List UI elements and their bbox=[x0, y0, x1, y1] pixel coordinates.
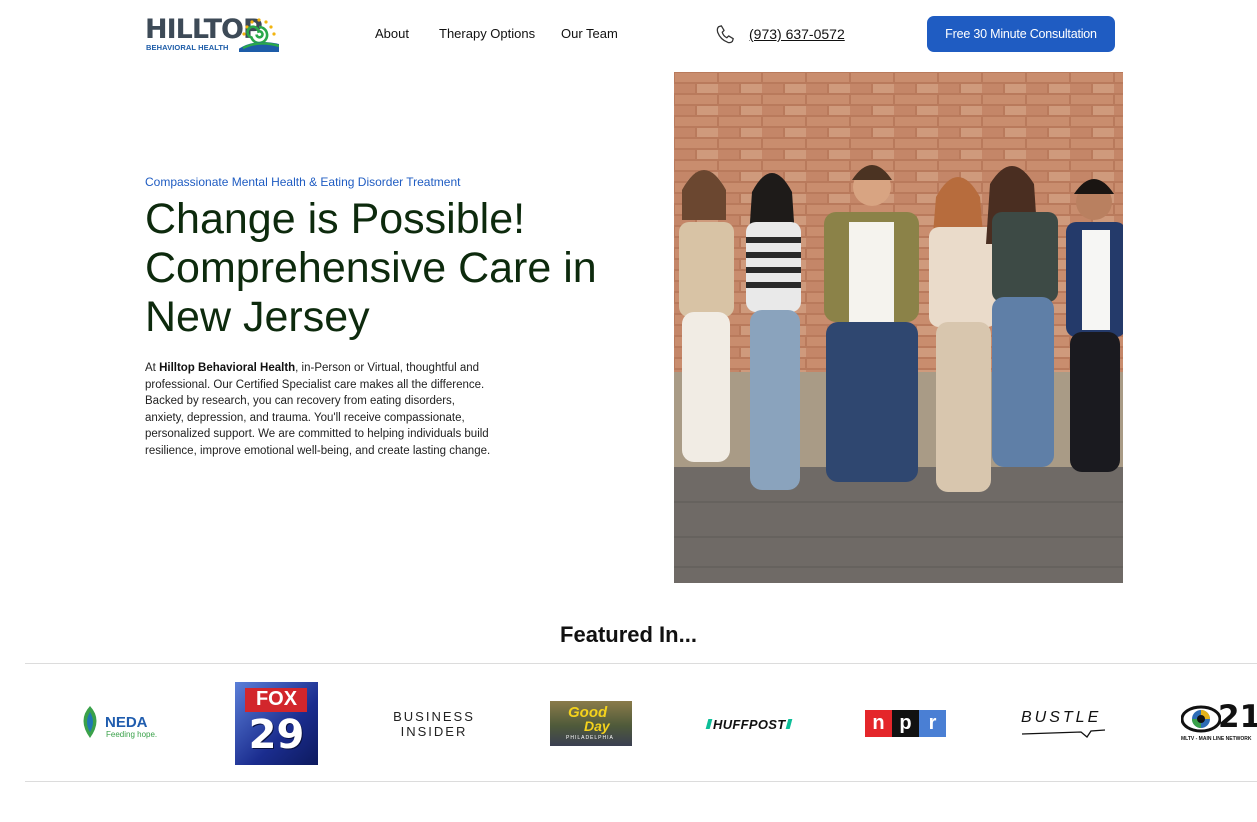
hero-body-prefix: At bbox=[145, 362, 160, 374]
huffpost-logo: HUFFPOST bbox=[705, 716, 793, 732]
mltv-number: 21 bbox=[1218, 703, 1257, 735]
hero-body: At Hilltop Behavioral Health, in-Person … bbox=[145, 360, 495, 460]
hero-body-rest: , in-Person or Virtual, thoughtful and p… bbox=[145, 362, 491, 457]
business-insider-logo: BUSINESS INSIDER bbox=[384, 709, 484, 739]
featured-in-heading: Featured In... bbox=[560, 622, 697, 647]
business-insider-line2: INSIDER bbox=[400, 724, 468, 739]
fox29-top-text: FOX bbox=[255, 688, 298, 710]
hero-headline: Change is Possible! Comprehensive Care i… bbox=[145, 195, 597, 341]
mltv21-logo: 21 MLTV - MAIN LINE NETWORK bbox=[1181, 703, 1257, 745]
business-insider-line1: BUSINESS bbox=[393, 709, 475, 724]
bustle-underline-icon bbox=[1021, 729, 1106, 738]
hero-eyebrow: Compassionate Mental Health & Eating Dis… bbox=[145, 175, 461, 189]
mltv-caption: MLTV - MAIN LINE NETWORK bbox=[1181, 736, 1252, 742]
hilltop-sun-icon bbox=[239, 18, 279, 52]
nav-about[interactable]: About bbox=[375, 26, 409, 41]
phone-icon bbox=[716, 25, 734, 44]
bustle-wordmark: BUSTLE bbox=[1021, 709, 1102, 726]
neda-leaf-icon bbox=[83, 706, 97, 738]
huffpost-wordmark: HUFFPOST bbox=[713, 716, 786, 732]
fox29-logo: FOX 29 bbox=[235, 682, 318, 765]
neda-logo: NEDA Feeding hope. bbox=[79, 704, 169, 742]
good-day-logo: Good Day PHILADELPHIA bbox=[550, 701, 632, 746]
nav-our-team[interactable]: Our Team bbox=[561, 26, 618, 41]
npr-letter-p: p bbox=[892, 710, 919, 737]
featured-top-divider bbox=[25, 663, 1257, 664]
npr-letter-n: n bbox=[865, 710, 892, 737]
good-day-line3: PHILADELPHIA bbox=[566, 735, 614, 741]
npr-logo: n p r bbox=[865, 710, 946, 737]
npr-letter-r: r bbox=[919, 710, 946, 737]
hero-body-brand: Hilltop Behavioral Health bbox=[159, 362, 296, 374]
bustle-logo: BUSTLE bbox=[1021, 709, 1107, 739]
mltv-eye-icon bbox=[1181, 705, 1221, 733]
hero-group-photo bbox=[674, 72, 1123, 583]
free-consultation-button[interactable]: Free 30 Minute Consultation bbox=[927, 16, 1115, 52]
logo-subtext: BEHAVIORAL HEALTH bbox=[146, 43, 229, 52]
site-logo[interactable]: HILLTOP BEHAVIORAL HEALTH bbox=[145, 15, 285, 53]
featured-bottom-divider bbox=[25, 781, 1257, 782]
phone-number-link[interactable]: (973) 637-0572 bbox=[749, 26, 845, 42]
good-day-line2: Day bbox=[584, 718, 610, 734]
fox29-number: 29 bbox=[248, 712, 305, 758]
neda-tagline: Feeding hope. bbox=[106, 730, 158, 739]
nav-therapy-options[interactable]: Therapy Options bbox=[439, 26, 535, 41]
neda-wordmark: NEDA bbox=[105, 714, 148, 731]
